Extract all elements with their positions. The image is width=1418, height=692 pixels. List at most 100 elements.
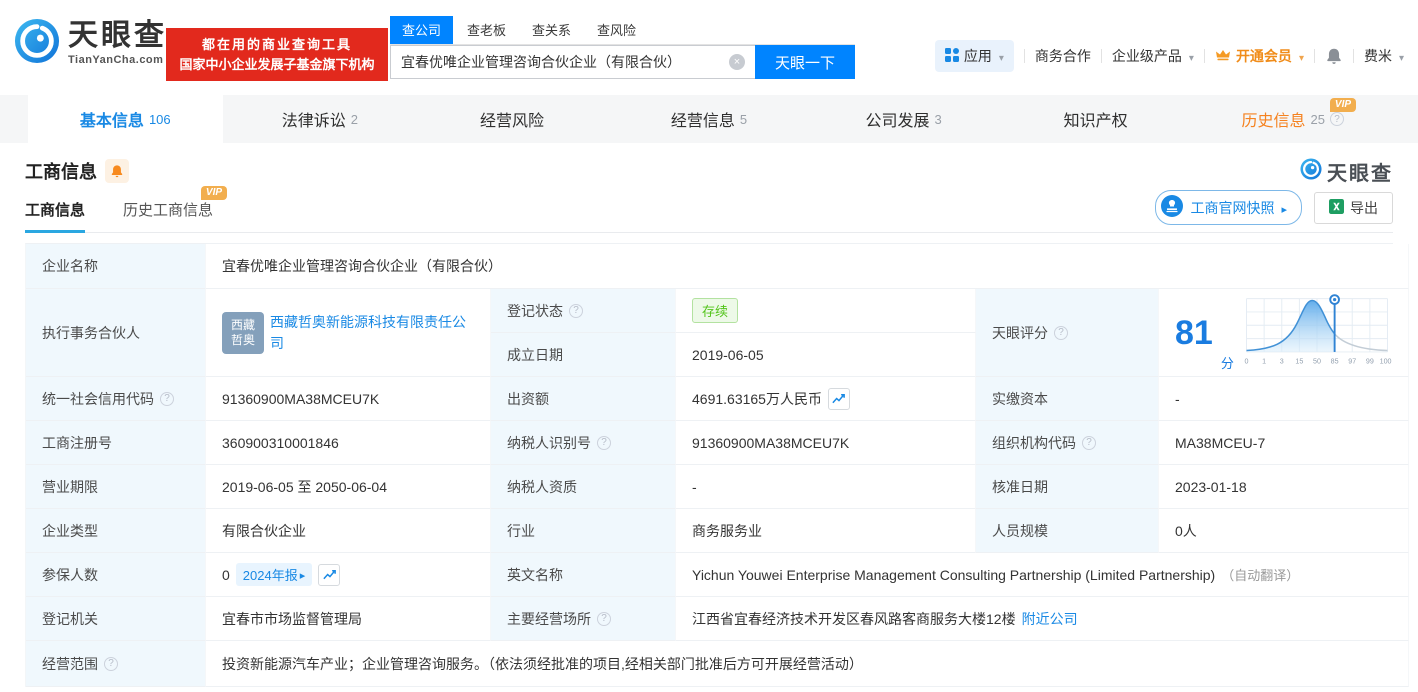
field-value-staff-size: 0人 [1159,509,1409,553]
help-icon[interactable] [1054,325,1068,340]
field-value-company-name: 宜春优唯企业管理咨询合伙企业（有限合伙） [206,244,1409,289]
svg-text:99: 99 [1366,357,1374,365]
search-area: 查公司 查老板 查关系 查风险 天眼一下 [390,16,855,79]
search-button[interactable]: 天眼一下 [755,45,855,79]
field-value-paid-capital: - [1159,377,1409,421]
field-label-credit-code: 统一社会信用代码 [26,377,206,421]
field-label-business-scope: 经营范围 [26,641,206,687]
nav-user-account[interactable]: 费米 [1364,46,1404,66]
field-label-capital: 出资额 [491,377,676,421]
chevron-down-icon [997,48,1004,64]
field-value-industry: 商务服务业 [676,509,976,553]
help-icon[interactable] [569,303,583,318]
field-label-industry: 行业 [491,509,676,553]
svg-text:97: 97 [1348,357,1356,365]
field-label-staff-size: 人员规模 [976,509,1159,553]
svg-text:85: 85 [1330,357,1338,365]
score-distribution-chart: 0 1 3 15 50 85 97 99 100 [1242,291,1392,374]
svg-text:0: 0 [1244,357,1248,365]
field-value-capital: 4691.63165万人民币 [676,377,976,421]
svg-text:3: 3 [1280,357,1284,365]
field-label-establish-date: 成立日期 [491,333,676,377]
tab-legal-proceedings[interactable]: 法律诉讼 2 [223,95,418,143]
company-section-tabs: 基本信息 106 法律诉讼 2 经营风险 经营信息 5 公司发展 3 知识产权 … [0,95,1418,143]
notifications-bell-icon[interactable] [1325,47,1343,65]
search-tab-relation[interactable]: 查关系 [520,16,583,44]
field-label-business-term: 营业期限 [26,465,206,509]
status-badge: 存续 [692,298,739,323]
score-value: 81 [1175,313,1213,352]
slogan-line1: 都在用的商业查询工具 [201,37,352,52]
nav-apps-label: 应用 [963,48,992,64]
divider [1313,49,1315,63]
divider [1023,49,1025,63]
tianyancha-swirl-icon [14,18,60,69]
svg-text:100: 100 [1379,357,1391,365]
field-value-establish-date: 2019-06-05 [676,333,976,377]
crown-icon [1215,47,1231,66]
tab-operation-info[interactable]: 经营信息 5 [612,95,807,143]
arrow-right-icon [300,567,306,582]
chevron-down-icon [1297,48,1304,64]
field-label-org-code: 组织机构代码 [976,421,1159,465]
search-tab-company[interactable]: 查公司 [390,16,454,44]
nearby-companies-link[interactable]: 附近公司 [1022,609,1078,629]
field-label-paid-capital: 实缴资本 [976,377,1159,421]
subscribe-bell-icon[interactable] [105,159,129,183]
brand-name: 天眼查 [68,19,167,52]
help-icon[interactable] [160,391,174,406]
field-label-english-name: 英文名称 [491,553,676,597]
clear-search-icon[interactable] [729,54,745,70]
help-icon[interactable] [597,611,611,626]
tab-operation-risk[interactable]: 经营风险 [417,95,612,143]
field-label-tianyan-score: 天眼评分 [976,289,1159,377]
official-snapshot-button[interactable]: 工商官网快照 [1155,190,1302,225]
field-value-taxpayer-quality: - [676,465,976,509]
svg-text:50: 50 [1313,357,1321,365]
trend-chart-icon[interactable] [827,387,850,410]
search-tab-risk[interactable]: 查风险 [585,16,648,44]
help-icon[interactable] [1082,435,1096,450]
nav-open-vip[interactable]: 开通会员 [1215,46,1304,66]
brand-logo[interactable]: 天眼查 TianYanCha.com [14,18,167,69]
nav-vip-label: 开通会员 [1235,48,1292,64]
field-value-org-code: MA38MCEU-7 [1159,421,1409,465]
top-nav: 应用 商务合作 企业级产品 开通会员 [934,40,1404,72]
field-value-registration-authority: 宜春市市场监督管理局 [206,597,491,641]
nav-enterprise-products[interactable]: 企业级产品 [1112,46,1194,66]
search-tab-boss[interactable]: 查老板 [455,16,518,44]
tab-intellectual-property[interactable]: 知识产权 [1001,95,1196,143]
tianyancha-company-page: 天眼查 TianYanCha.com 都在用的商业查询工具 国家中小企业发展子基… [0,0,1418,692]
subtab-business-info[interactable]: 工商信息 [25,199,86,233]
partner-company-link[interactable]: 西藏哲奥新能源科技有限责任公司 [270,312,474,354]
annual-report-badge[interactable]: 2024年报 [235,563,313,586]
brand-domain: TianYanCha.com [68,54,164,66]
apps-grid-icon [944,47,959,65]
watermark-text: 天眼查 [1327,162,1393,185]
partner-avatar[interactable]: 西藏 哲奥 [222,311,264,354]
tab-history-info[interactable]: VIP 历史信息 25 [1195,95,1390,143]
export-button[interactable]: 导出 [1314,191,1393,224]
help-icon[interactable] [597,435,611,450]
help-icon[interactable] [1330,112,1344,126]
search-input[interactable] [390,45,755,79]
chevron-down-icon [1397,48,1404,64]
divider [1352,49,1354,63]
stamp-icon [1161,195,1184,220]
field-value-tianyan-score[interactable]: 81 分 0 1 3 15 50 85 97 99 100 [1159,289,1409,377]
nav-business-cooperation[interactable]: 商务合作 [1035,46,1091,66]
watermark-logo: 天眼查 [1300,157,1393,186]
subtab-history-business-info[interactable]: VIP 历史工商信息 [123,186,228,232]
tab-basic-info[interactable]: 基本信息 106 [28,95,223,143]
field-label-executive-partner: 执行事务合伙人 [26,289,206,377]
trend-chart-icon[interactable] [318,563,341,586]
top-header: 天眼查 TianYanCha.com 都在用的商业查询工具 国家中小企业发展子基… [0,0,1418,95]
help-icon[interactable] [104,656,118,671]
field-value-executive-partner: 西藏 哲奥 西藏哲奥新能源科技有限责任公司 [206,289,491,377]
svg-text:1: 1 [1262,357,1266,365]
field-value-business-term: 2019-06-05 至 2050-06-04 [206,465,491,509]
nav-apps[interactable]: 应用 [934,40,1014,72]
nav-enterprise-label: 企业级产品 [1111,48,1182,64]
score-unit: 分 [1220,356,1234,371]
tab-company-development[interactable]: 公司发展 3 [806,95,1001,143]
